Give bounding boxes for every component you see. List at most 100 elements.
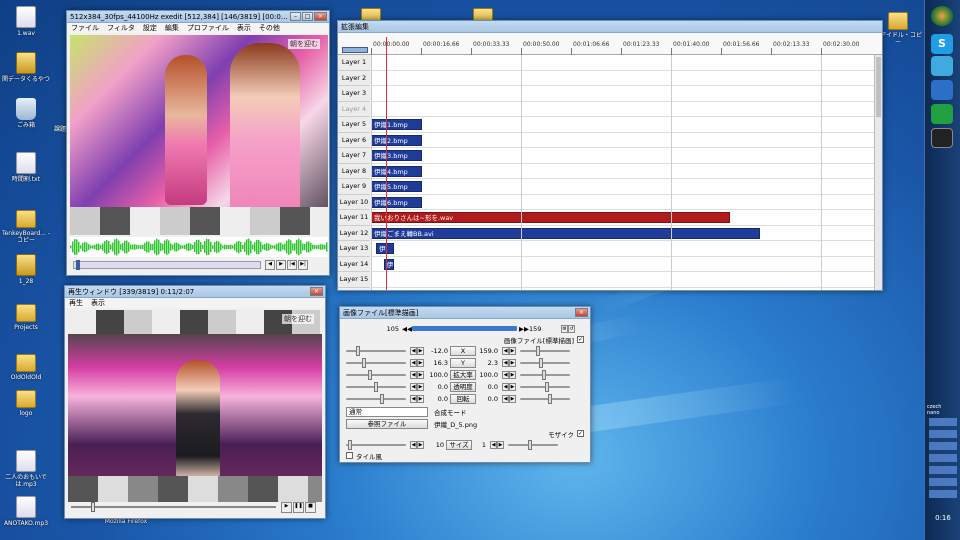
layer-label[interactable]: Layer 8 [338,163,370,179]
spin-down-icon[interactable]: ◀ [490,440,497,449]
reset-icon[interactable]: ↺ [568,324,575,333]
play-icon[interactable]: ▶ [281,502,292,513]
close-button[interactable]: × [314,12,327,21]
menu-item[interactable]: フィルタ [107,23,135,33]
seekbar-thumb[interactable] [76,260,80,270]
next-frame-icon[interactable]: ▶ [276,260,286,270]
playback-video-frame[interactable]: 朝を迎む [68,310,322,502]
spin-up-icon[interactable]: ▶ [509,370,516,379]
track-row[interactable]: 伊 [371,241,874,257]
layer-label[interactable]: Layer 11 [338,210,370,226]
timeline-clip[interactable]: 伊織6.bmp [371,196,422,208]
track-row[interactable]: 伊織6.bmp [371,195,874,210]
preview-video-frame[interactable]: 朝を迎む [70,35,328,235]
close-button[interactable]: × [310,287,323,296]
spin-down-icon[interactable]: ◀ [410,370,417,379]
tray-icons[interactable] [929,418,957,498]
timeline-clip[interactable]: 伊織4.bmp [371,165,422,177]
property-button[interactable]: 回転 [450,393,476,404]
spin-down-icon[interactable]: ◀ [410,382,417,391]
track-row[interactable] [371,71,874,86]
skype-icon[interactable]: S [931,34,953,54]
layer-label[interactable]: Layer 9 [338,179,370,195]
blend-mode-select[interactable]: 通常 [346,406,428,417]
track-row[interactable]: 我いおりさんは~形を.wav [371,210,874,226]
property-button[interactable]: X [450,345,476,356]
property-window[interactable]: 画像ファイル[標準描画] × 105 ◀◀ ▶▶ 159 ⚙ ↺ 画像ファイル[… [339,306,591,463]
right-value-slider[interactable] [520,357,570,368]
right-value-slider[interactable] [520,381,570,392]
preview-window[interactable]: 512x384_30fps_44100Hz exedit [512,384] [… [66,10,330,276]
menu-item[interactable]: 表示 [91,298,105,308]
close-button[interactable]: × [575,308,588,317]
settings-icon[interactable]: ⚙ [561,324,568,333]
spin-down-icon[interactable]: ◀ [410,394,417,403]
playback-titlebar[interactable]: 再生ウィンドウ [339/3819] 0:11/2:07 × [65,286,325,298]
menu-item[interactable]: プロファイル [187,23,229,33]
prev-frame-icon[interactable]: ◀ [265,260,275,270]
monitor-icon[interactable] [931,80,953,100]
spin-up-icon[interactable]: ▶ [417,370,424,379]
desktop-icon[interactable]: ANOTAKO.mp3 [0,496,52,527]
layer-label[interactable]: Layer 3 [338,86,370,102]
property-button[interactable]: Y [450,357,476,368]
maximize-button[interactable]: □ [302,12,313,21]
spin-down-icon[interactable]: ◀ [410,440,417,449]
track-row[interactable]: 伊織2.bmp [371,133,874,148]
size-slider-left[interactable] [346,439,406,450]
left-value-slider[interactable] [346,393,406,404]
desktop-icon[interactable]: 1.wav [0,6,52,37]
timeline-ruler[interactable]: 00:00:00.00 00:00:16.66 00:00:33.33 00:00:5… [338,33,882,55]
property-titlebar[interactable]: 画像ファイル[標準描画] × [340,307,590,319]
track-row[interactable]: 伊織ごまえ轉BB.avi [371,226,874,241]
start-icon[interactable]: |◀ [287,260,297,270]
layer-label[interactable]: Layer 14 [338,256,370,272]
track-row[interactable]: 伊 [371,257,874,272]
desktop-icon[interactable]: logo [0,386,52,417]
layer-label[interactable]: Layer 2 [338,70,370,86]
desktop-icon[interactable]: 時間割.txt [0,152,52,183]
frame-range-slider[interactable] [412,326,517,331]
menu-item[interactable]: その他 [259,23,280,33]
track-row[interactable]: 伊織5.bmp [371,179,874,195]
layer-label[interactable]: Layer 12 [338,225,370,241]
left-value-slider[interactable] [346,381,406,392]
size-slider-right[interactable] [508,439,558,450]
clock[interactable]: 0:16 [925,514,960,522]
camera-icon[interactable] [931,56,953,76]
left-value-slider[interactable] [346,357,406,368]
spin-up-icon[interactable]: ▶ [417,394,424,403]
track-area[interactable]: 伊織1.bmp 伊織2.bmp 伊織3.bmp 伊織4.bmp 伊織5.bmp 伊織6.b… [371,55,874,290]
left-value-slider[interactable] [346,345,406,356]
layer-label[interactable]: Layer 6 [338,132,370,148]
ref-file-button[interactable]: 参照ファイル [346,418,428,429]
timeline-clip[interactable]: 伊織2.bmp [371,134,422,146]
preview-seekbar[interactable] [73,260,261,270]
desktop-icon[interactable]: TenkeyBoard... - コピー [0,206,52,244]
top-checkbox[interactable]: ✓ [577,336,584,343]
mosaic-checkbox[interactable]: ✓ [577,430,584,437]
desktop-label-firefox[interactable]: Mozilla Firefox [96,518,156,525]
layer-label[interactable]: Layer 7 [338,148,370,164]
spin-down-icon[interactable]: ◀ [502,394,509,403]
refresh-icon[interactable] [931,104,953,124]
prev-keyframe-icon[interactable]: ◀◀ [402,325,412,333]
right-value-slider[interactable] [520,345,570,356]
playhead[interactable] [386,37,387,290]
track-row[interactable] [371,102,874,117]
property-button[interactable]: 透明度 [450,381,476,392]
spin-up-icon[interactable]: ▶ [417,382,424,391]
windows-orb-icon[interactable] [931,6,953,26]
next-keyframe-icon[interactable]: ▶▶ [517,325,529,333]
timeline-clip[interactable]: 伊 [376,243,394,254]
timeline-titlebar[interactable]: 拡張編集 [338,21,882,33]
menu-item[interactable]: 編集 [165,23,179,33]
seekbar-thumb[interactable] [91,502,95,512]
preview-titlebar[interactable]: 512x384_30fps_44100Hz exedit [512,384] [… [67,11,329,23]
right-value-slider[interactable] [520,393,570,404]
menu-item[interactable]: ファイル [71,23,99,33]
left-value-slider[interactable] [346,369,406,380]
playback-window[interactable]: 再生ウィンドウ [339/3819] 0:11/2:07 × 再生 表示 朝を迎む… [64,285,326,519]
track-row[interactable]: 伊織1.bmp [371,117,874,133]
layer-label[interactable]: Layer 1 [338,55,370,71]
